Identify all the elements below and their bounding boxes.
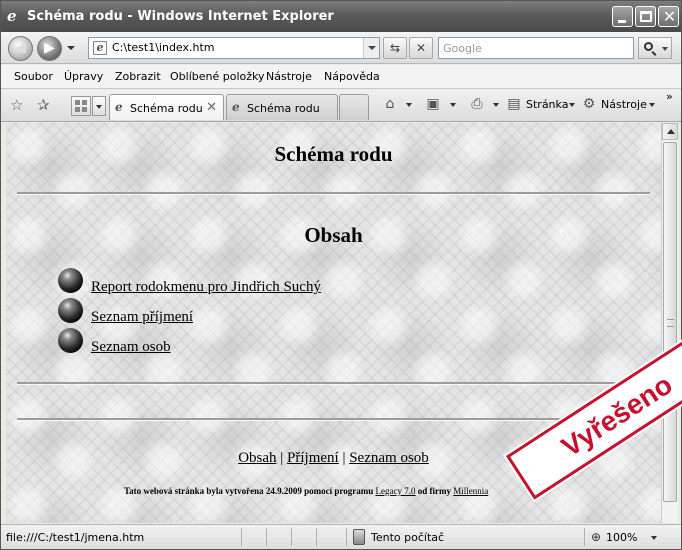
tab-active[interactable]: e Schéma rodu ✕	[109, 94, 224, 120]
address-dropdown-button[interactable]	[363, 38, 379, 58]
divider	[17, 382, 650, 385]
vertical-scrollbar[interactable]	[661, 123, 678, 523]
divider	[17, 192, 650, 195]
favorites-star-icon[interactable]: ☆	[10, 96, 23, 114]
bullet-ball-icon	[58, 268, 83, 293]
footer-separator: |	[338, 450, 350, 466]
security-zone[interactable]: Tento počítač	[371, 531, 444, 544]
status-bar: file:///C:/test1/jmena.htm Tento počítač…	[1, 524, 681, 549]
title-bar: e Schéma rodu - Windows Internet Explore…	[1, 1, 681, 32]
page-icon: e	[93, 41, 107, 55]
minimize-icon	[618, 20, 626, 23]
new-tab-button[interactable]	[339, 94, 369, 120]
search-placeholder: Google	[443, 42, 482, 55]
minimize-button[interactable]	[612, 6, 633, 27]
search-box[interactable]: Google	[438, 37, 634, 59]
zoom-level[interactable]: 100%	[606, 531, 637, 544]
search-button[interactable]	[638, 37, 672, 59]
link-persons[interactable]: Seznam osob	[91, 339, 171, 356]
refresh-button[interactable]: ⇆	[383, 37, 407, 59]
forward-button[interactable]: ▶	[37, 36, 62, 61]
status-url: file:///C:/test1/jmena.htm	[6, 531, 145, 544]
add-favorites-icon[interactable]: ✰	[37, 96, 50, 114]
window-title: Schéma rodu - Windows Internet Explorer	[27, 9, 334, 24]
quick-tabs-button[interactable]	[71, 96, 91, 116]
page-title: Schéma rodu	[274, 142, 393, 166]
computer-zone-icon	[353, 529, 365, 545]
stop-icon: ✕	[415, 41, 427, 55]
status-divider	[266, 528, 267, 546]
tab-bar: ☆ ✰ e Schéma rodu ✕ e Schéma rodu ⌂ ▣ ⎙ …	[1, 90, 681, 122]
bullet-ball-icon	[58, 328, 83, 353]
address-bar[interactable]: e C:\test1\index.htm	[88, 37, 380, 59]
ie-logo-icon: e	[7, 7, 17, 25]
rss-feed-icon[interactable]: ▣	[425, 96, 441, 112]
home-icon[interactable]: ⌂	[382, 96, 398, 112]
browser-window: e Schéma rodu - Windows Internet Explore…	[0, 0, 682, 550]
menu-view[interactable]: Zobrazit	[115, 70, 161, 83]
status-divider	[291, 528, 292, 546]
home-dropdown-arrow[interactable]	[406, 103, 412, 107]
refresh-icon: ⇆	[389, 41, 401, 55]
bullet-ball-icon	[58, 298, 83, 323]
credit-company-link[interactable]: Millennia	[453, 486, 488, 496]
credit-program-link[interactable]: Legacy 7.0	[376, 486, 416, 496]
menu-help[interactable]: Nápověda	[324, 70, 380, 83]
footer-link-persons[interactable]: Seznam osob	[349, 450, 429, 466]
maximize-button[interactable]	[635, 6, 656, 27]
tab-close-icon[interactable]: ✕	[206, 100, 217, 115]
tools-gear-icon: ⚙	[582, 96, 596, 112]
zoom-icon: ⊕	[591, 530, 602, 544]
zoom-dropdown-arrow[interactable]	[651, 536, 657, 540]
scroll-thumb[interactable]	[663, 142, 677, 502]
feed-dropdown-arrow[interactable]	[450, 103, 456, 107]
menu-edit[interactable]: Úpravy	[64, 70, 103, 83]
status-divider	[316, 528, 317, 546]
status-divider	[584, 528, 585, 546]
tab-inactive[interactable]: e Schéma rodu	[226, 94, 338, 120]
contents-heading: Obsah	[304, 223, 363, 247]
scroll-up-button[interactable]	[662, 123, 678, 140]
close-icon: ✕	[662, 7, 677, 26]
page-menu-arrow[interactable]	[569, 103, 575, 107]
menu-bar: Soubor Úpravy Zobrazit Oblíbené položky …	[1, 65, 681, 89]
tools-menu-button[interactable]: Nástroje	[601, 98, 647, 111]
link-family-report[interactable]: Report rodokmenu pro Jindřich Suchý	[91, 279, 321, 296]
search-options-arrow[interactable]	[662, 47, 668, 51]
footer-link-contents[interactable]: Obsah	[238, 450, 276, 466]
page-menu-button[interactable]: Stránka	[526, 98, 568, 111]
tools-menu-arrow[interactable]	[649, 103, 655, 107]
tab-label: Schéma rodu	[130, 102, 203, 115]
menu-file[interactable]: Soubor	[14, 70, 53, 83]
recent-pages-dropdown[interactable]	[67, 46, 75, 50]
navigation-bar: ◀ ▶ e C:\test1\index.htm ⇆ ✕ Google	[1, 32, 681, 64]
tab-page-icon: e	[232, 100, 240, 114]
menu-tools[interactable]: Nástroje	[266, 70, 312, 83]
maximize-icon	[640, 11, 652, 22]
credit-middle: od firmy	[415, 486, 454, 496]
credit-line: Tato webová stránka byla vytvořena 24.9.…	[124, 486, 488, 496]
footer-separator: |	[276, 450, 288, 466]
print-icon[interactable]: ⎙	[469, 96, 485, 112]
tab-page-icon: e	[115, 100, 123, 114]
tab-label: Schéma rodu	[247, 102, 320, 115]
tab-list-button[interactable]	[92, 96, 106, 116]
search-icon	[644, 42, 653, 51]
menu-favorites[interactable]: Oblíbené položky	[170, 70, 265, 83]
address-value: C:\test1\index.htm	[112, 41, 215, 54]
credit-prefix: Tato webová stránka byla vytvořena 24.9.…	[124, 486, 376, 496]
chevron-overflow-icon[interactable]: »	[666, 90, 673, 103]
footer-link-surnames[interactable]: Příjmení	[287, 450, 339, 466]
page-menu-icon: ▤	[507, 96, 521, 112]
back-button[interactable]: ◀	[8, 36, 33, 61]
print-dropdown-arrow[interactable]	[493, 103, 499, 107]
status-divider	[241, 528, 242, 546]
link-surnames[interactable]: Seznam příjmení	[91, 309, 193, 326]
status-divider	[346, 528, 347, 546]
divider	[17, 418, 650, 421]
close-button[interactable]: ✕	[658, 6, 679, 27]
stop-button[interactable]: ✕	[409, 37, 433, 59]
